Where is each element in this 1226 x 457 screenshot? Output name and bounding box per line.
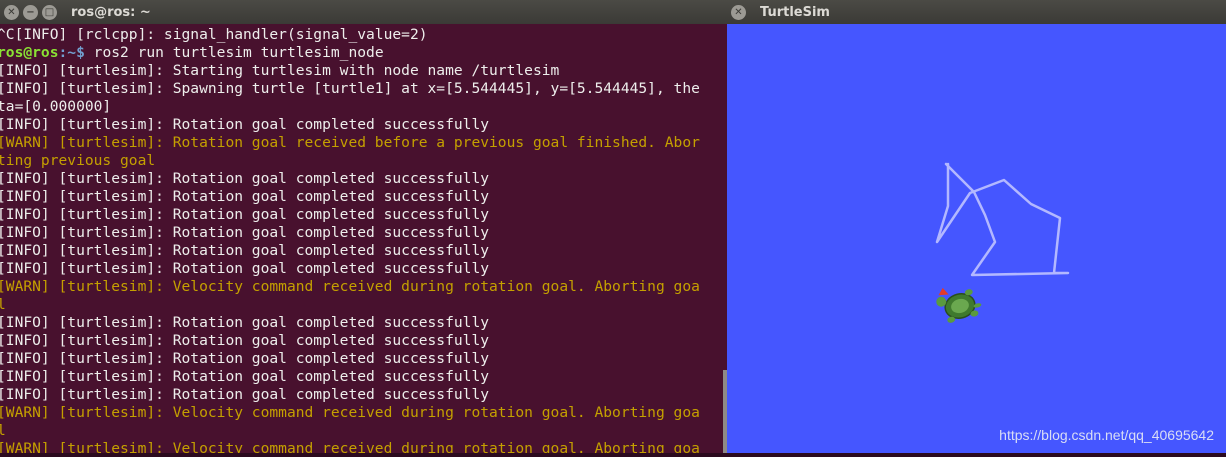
terminal-line-info: [INFO] [turtlesim]: Rotation goal comple…	[0, 206, 490, 223]
minimize-icon[interactable]: −	[23, 4, 38, 20]
terminal-line-warn: [WARN] [turtlesim]: Velocity command rec…	[0, 278, 700, 295]
terminal-line-warn: l	[0, 296, 6, 313]
watermark: https://blog.csdn.net/qq_40695642	[999, 427, 1214, 443]
terminal-line-info: [INFO] [turtlesim]: Rotation goal comple…	[0, 386, 490, 403]
terminal-line-info: [INFO] [turtlesim]: Starting turtlesim w…	[0, 62, 560, 79]
terminal-line-info: [INFO] [turtlesim]: Rotation goal comple…	[0, 170, 490, 187]
terminal-line-info: [INFO] [turtlesim]: Rotation goal comple…	[0, 368, 490, 385]
terminal-line-info: ta=[0.000000]	[0, 98, 112, 115]
terminal-window: ✕ − □ ros@ros: ~ ^C[INFO] [rclcpp]: sign…	[0, 0, 727, 453]
close-icon[interactable]: ✕	[731, 4, 746, 20]
terminal-line-warn: ting previous goal	[0, 152, 156, 169]
turtlesim-window: ✕ TurtleSim https://blog.csdn.net/qq_406…	[727, 0, 1226, 453]
terminal-line-info: [INFO] [turtlesim]: Rotation goal comple…	[0, 188, 490, 205]
terminal-line-warn: [WARN] [turtlesim]: Rotation goal receiv…	[0, 134, 700, 151]
terminal-line-info: ^C[INFO] [rclcpp]: signal_handler(signal…	[0, 26, 428, 43]
terminal-line-info: [INFO] [turtlesim]: Rotation goal comple…	[0, 314, 490, 331]
prompt-path: :~$	[58, 44, 85, 61]
turtlesim-titlebar[interactable]: ✕ TurtleSim	[727, 0, 1226, 24]
terminal-title: ros@ros: ~	[71, 4, 151, 20]
terminal-line: ros@ros:~$ ros2 run turtlesim turtlesim_…	[0, 44, 727, 62]
terminal-line-warn: l	[0, 422, 6, 439]
turtlesim-canvas: https://blog.csdn.net/qq_40695642	[727, 24, 1226, 453]
terminal-titlebar[interactable]: ✕ − □ ros@ros: ~	[0, 0, 727, 24]
terminal-line-info: [INFO] [turtlesim]: Rotation goal comple…	[0, 116, 490, 133]
turtle-icon	[936, 287, 982, 323]
prompt-command: ros2 run turtlesim turtlesim_node	[84, 44, 384, 61]
terminal-output[interactable]: ^C[INFO] [rclcpp]: signal_handler(signal…	[0, 24, 727, 453]
terminal-line-warn: [WARN] [turtlesim]: Velocity command rec…	[0, 404, 700, 421]
turtle-trail-canvas	[935, 162, 1070, 323]
turtle-trail	[935, 162, 1070, 277]
prompt-user: ros@ros	[0, 44, 59, 61]
terminal-line-info: [INFO] [turtlesim]: Rotation goal comple…	[0, 350, 490, 367]
terminal-line-warn: [WARN] [turtlesim]: Velocity command rec…	[0, 440, 700, 453]
terminal-line-info: [INFO] [turtlesim]: Rotation goal comple…	[0, 224, 490, 241]
terminal-line-info: [INFO] [turtlesim]: Rotation goal comple…	[0, 332, 490, 349]
close-icon[interactable]: ✕	[4, 4, 19, 20]
terminal-line-info: [INFO] [turtlesim]: Spawning turtle [tur…	[0, 80, 700, 97]
terminal-line-info: [INFO] [turtlesim]: Rotation goal comple…	[0, 260, 490, 277]
window-controls: ✕ − □	[4, 4, 57, 20]
maximize-icon[interactable]: □	[42, 4, 57, 20]
turtlesim-title: TurtleSim	[760, 4, 830, 20]
terminal-line-info: [INFO] [turtlesim]: Rotation goal comple…	[0, 242, 490, 259]
window-controls: ✕	[731, 4, 746, 20]
